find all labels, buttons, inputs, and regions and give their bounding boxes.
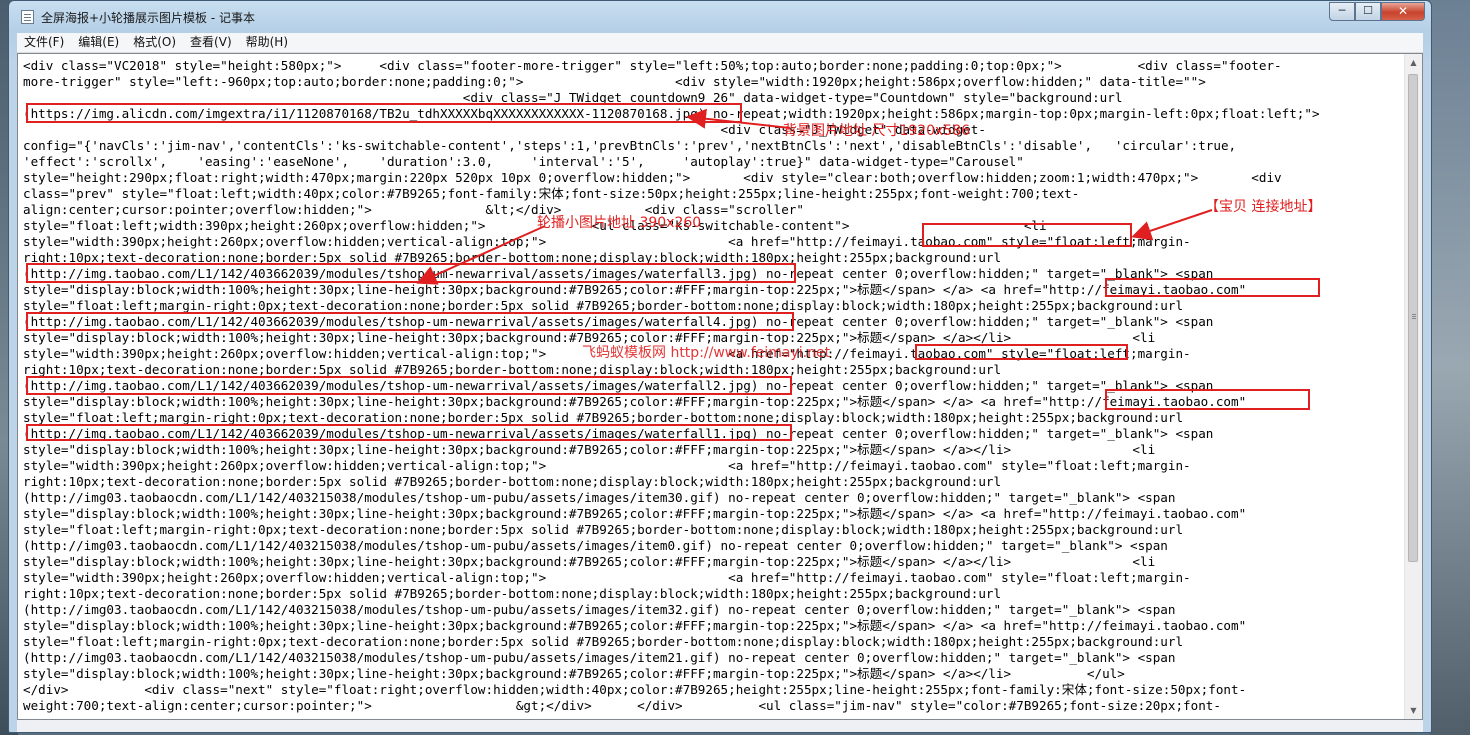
editor-line: config="{'navCls':'jim-nav','contentCls'… [23,138,1237,153]
editor-line: </div> <div class="next" style="float:ri… [23,682,1247,697]
menu-bar: 文件(F) 编辑(E) 格式(O) 查看(V) 帮助(H) [17,33,1423,53]
annotation-bg-image: 背景图片地址 尺寸1920x586 [783,123,971,139]
editor-line: style="display:block;width:100%;height:3… [23,506,1247,521]
scroll-down-icon[interactable]: ▼ [1405,702,1422,719]
window-title: 全屏海报+小轮播展示图片模板 - 记事本 [41,11,256,25]
editor-line: right:10px;text-decoration:none;border:5… [23,586,1002,601]
editor-line: weight:700;text-align:center;cursor:poin… [23,698,1221,713]
notepad-icon [21,10,34,24]
highlight-link-1 [922,223,1132,247]
close-button[interactable]: ✕ [1381,2,1425,21]
editor-line: style="display:block;width:100%;height:3… [23,666,1125,681]
editor-line: right:10px;text-decoration:none;border:5… [23,474,1002,489]
editor-line: more-trigger" style="left:-960px;top:aut… [23,74,1206,89]
highlight-carousel-url-4 [26,424,792,441]
editor-line: style="float:left;margin-right:0px;text-… [23,522,1184,537]
editor-line: style="display:block;width:100%;height:3… [23,618,1247,633]
editor-line: style="width:390px;height:260px;overflow… [23,570,1191,585]
grip-icon [1412,314,1416,315]
editor-line: class="prev" style="float:left;width:40p… [23,186,1080,201]
highlight-link-4 [1105,389,1310,410]
editor-line: style="display:block;width:100%;height:3… [23,442,1156,457]
highlight-carousel-url-1 [26,263,796,283]
menu-view[interactable]: 查看(V) [183,33,239,52]
highlight-link-2 [1105,278,1320,297]
menu-edit[interactable]: 编辑(E) [71,33,126,52]
editor-line: right:10px;text-decoration:none;border:5… [23,362,1002,377]
maximize-button[interactable]: ☐ [1355,2,1381,21]
editor-line: (http://img03.taobaocdn.com/L1/142/40321… [23,490,1176,505]
highlight-bg-image-url [26,103,742,123]
editor-line: (http://img03.taobaocdn.com/L1/142/40321… [23,538,1168,553]
menu-format[interactable]: 格式(O) [126,33,183,52]
menu-help[interactable]: 帮助(H) [239,33,295,52]
annotation-carousel-image: 轮播小图片地址 390x260 [537,215,702,231]
editor-line: (http://img03.taobaocdn.com/L1/142/40321… [23,650,1176,665]
editor-line: 'effect':'scrollx', 'easing':'easeNone',… [23,154,1024,169]
editor-line: style="width:390px;height:260px;overflow… [23,458,1191,473]
editor-line: (http://img03.taobaocdn.com/L1/142/40321… [23,602,1176,617]
minimize-button[interactable]: ─ [1329,2,1355,21]
editor-line: style="float:left;margin-right:0px;text-… [23,410,1184,425]
editor-line: style="height:290px;float:right;width:47… [23,170,1282,185]
vertical-scrollbar[interactable]: ▲ ▼ [1404,54,1422,719]
highlight-link-3 [915,344,1128,360]
highlight-carousel-url-3 [26,376,792,395]
status-bar [17,720,1423,732]
editor-line: style="float:left;margin-right:0px;text-… [23,298,1184,313]
desktop-background-right [1430,0,1470,735]
window-controls: ─ ☐ ✕ [1329,2,1425,22]
editor-line: style="display:block;width:100%;height:3… [23,394,1247,409]
editor-line: style="float:left;width:390px;height:260… [23,218,1047,233]
editor-line: style="display:block;width:100%;height:3… [23,282,1247,297]
scroll-up-icon[interactable]: ▲ [1405,54,1422,71]
editor-line: style="float:left;margin-right:0px;text-… [23,634,1184,649]
menu-file[interactable]: 文件(F) [17,33,71,52]
editor-line: style="display:block;width:100%;height:3… [23,554,1156,569]
watermark-text: 飞蚂蚁模板网 http://www.feimayi.net [582,345,831,361]
annotation-item-link: 【宝贝 连接地址】 [1205,199,1322,215]
highlight-carousel-url-2 [26,312,794,331]
title-bar[interactable]: 全屏海报+小轮播展示图片模板 - 记事本 ─ ☐ ✕ [9,1,1431,31]
scrollbar-thumb[interactable] [1408,74,1418,562]
editor-line: <div class="VC2018" style="height:580px;… [23,58,1282,73]
